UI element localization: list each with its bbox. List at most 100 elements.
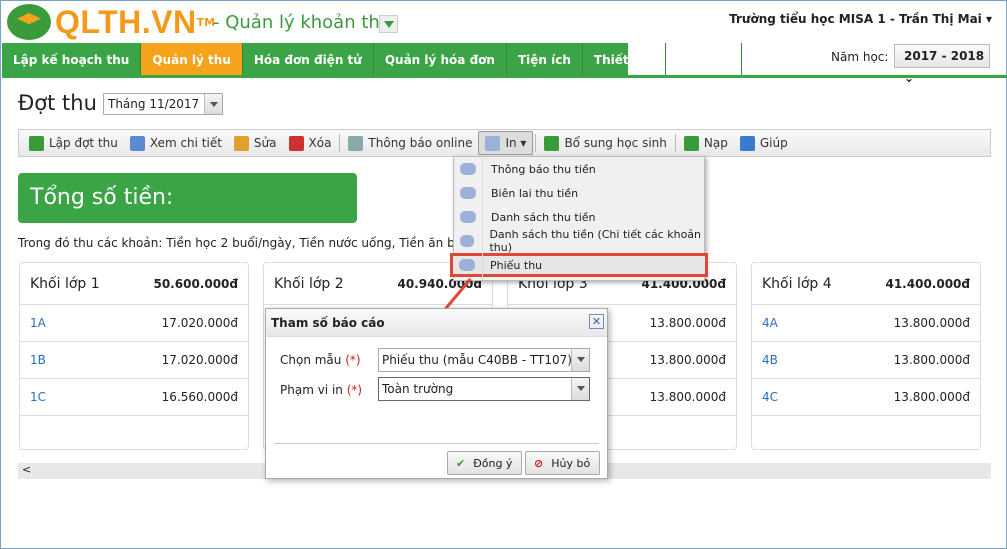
menu-item-label: Biên lai thu tiền — [491, 186, 579, 200]
grade-title: Khối lớp 4 — [762, 276, 832, 292]
toolbar-button[interactable]: Xóa — [283, 131, 338, 155]
menu-item-label: Danh sách thu tiền (Chi tiết các khoản t… — [489, 228, 702, 254]
toolbar-button[interactable]: Nạp — [678, 131, 734, 155]
nav-divider — [2, 75, 1007, 78]
nav-tab[interactable]: Quản lý thu — [141, 43, 243, 75]
chevron-down-icon[interactable] — [571, 349, 589, 371]
close-icon[interactable]: ✕ — [589, 314, 604, 329]
total-label: Tổng số tiền: — [30, 185, 174, 210]
class-amount: 13.800.000đ — [893, 390, 970, 404]
print-menu-item[interactable]: Phiếu thu — [450, 253, 708, 277]
toolbar-button[interactable]: Xem chi tiết — [124, 131, 228, 155]
nav-tab[interactable]: Quản lý hóa đơn — [374, 43, 507, 75]
print-menu-item[interactable]: Danh sách thu tiền — [454, 205, 704, 229]
template-select[interactable]: Phiếu thu (mẫu C40BB - TT107) — [378, 348, 590, 372]
scroll-left-icon[interactable]: < — [22, 463, 31, 476]
print-menu-item[interactable]: Danh sách thu tiền (Chi tiết các khoản t… — [454, 228, 704, 254]
class-row[interactable]: 4B 13.800.000đ — [752, 342, 980, 379]
class-name[interactable]: 4B — [762, 342, 778, 378]
class-row[interactable]: 4A 13.800.000đ — [752, 305, 980, 342]
nav-tab[interactable]: Tiện ích — [507, 43, 583, 75]
toolbar-button[interactable]: Giúp — [734, 131, 794, 155]
printer-icon — [460, 235, 475, 247]
printer-icon — [460, 187, 476, 199]
class-row[interactable]: 4C 13.800.000đ — [752, 379, 980, 416]
main-nav: Lập kế hoạch thu Quản lý thu Hóa đơn điện … — [2, 43, 742, 75]
card-header: Khối lớp 1 50.600.000đ — [20, 263, 248, 305]
class-name[interactable]: 4A — [762, 305, 778, 341]
class-amount: 13.800.000đ — [649, 353, 726, 367]
scope-select[interactable]: Toàn trường — [378, 377, 590, 401]
class-amount: 16.560.000đ — [161, 390, 238, 404]
nav-tab[interactable]: Hóa đơn điện tử — [243, 43, 374, 75]
toolbar-button-label: Giúp — [759, 136, 788, 150]
print-menu-item[interactable]: Biên lai thu tiền — [454, 181, 704, 205]
toolbar-button[interactable]: Sửa — [228, 131, 283, 155]
printer-icon — [460, 163, 476, 175]
scope-label: Phạm vi in (*) — [280, 383, 363, 397]
printer-icon — [460, 211, 476, 223]
class-row[interactable]: 1A 17.020.000đ — [20, 305, 248, 342]
toolbar-separator — [339, 134, 341, 152]
toolbar-button[interactable]: Bổ sung học sinh — [538, 131, 672, 155]
grade-title: Khối lớp 1 — [30, 276, 100, 292]
class-name[interactable]: 4C — [762, 379, 778, 415]
print-menu: Thông báo thu tiền Biên lai thu tiền Danh … — [450, 156, 708, 281]
total-amount-banner: Tổng số tiền: 215.280.000đ — [18, 173, 357, 262]
report-params-dialog: Tham số báo cáo ✕ Chọn mẫu (*) Phiếu thu… — [265, 308, 608, 479]
toolbar-button-label: Xem chi tiết — [149, 136, 222, 150]
menu-item-label: Thông báo thu tiền — [491, 162, 596, 176]
toolbar-separator — [674, 134, 676, 152]
delete-icon — [288, 135, 304, 151]
ok-button[interactable]: ✔ Đồng ý — [447, 451, 522, 475]
toolbar-separator — [535, 134, 537, 152]
nav-tab[interactable]: Lập kế hoạch thu — [2, 43, 142, 75]
toolbar-button-label: Sửa — [253, 136, 277, 150]
printer-icon — [459, 259, 475, 271]
template-label: Chọn mẫu (*) — [280, 353, 361, 367]
toolbar-button-label: Lập đợt thu — [49, 136, 118, 150]
nav-tab[interactable]: Thiết lập — [583, 43, 666, 75]
toolbar-button-label: Thông báo online — [368, 136, 473, 150]
class-amount: 13.800.000đ — [893, 353, 970, 367]
grade-card: Khối lớp 1 50.600.000đ 1A 17.020.000đ 1B 17.0… — [19, 262, 249, 450]
speaker-icon — [348, 135, 364, 151]
class-amount: 17.020.000đ — [161, 353, 238, 367]
period-select[interactable]: Tháng 11/2017 — [103, 93, 223, 115]
add-student-icon — [544, 135, 560, 151]
chevron-down-icon[interactable] — [571, 378, 589, 400]
toolbar-button[interactable]: Lập đợt thu — [23, 131, 124, 155]
toolbar-button[interactable]: In ▾ — [478, 131, 534, 155]
card-header: Khối lớp 4 41.400.000đ — [752, 263, 980, 305]
cancel-button[interactable]: ⊘ Hủy bỏ — [525, 451, 600, 475]
grade-total: 41.400.000đ — [885, 277, 970, 291]
dialog-title: Tham số báo cáo — [266, 309, 607, 337]
year-select[interactable]: 2017 - 2018 ⌄ — [894, 44, 990, 85]
print-menu-item[interactable]: Thông báo thu tiền — [454, 157, 704, 181]
menu-item-label: Phiếu thu — [490, 258, 543, 272]
class-name[interactable]: 1B — [30, 342, 46, 378]
toolbar-button[interactable]: Thông báo online — [342, 131, 478, 155]
class-name[interactable]: 1A — [30, 305, 46, 341]
class-amount: 13.800.000đ — [893, 316, 970, 330]
chevron-down-icon[interactable] — [204, 94, 222, 114]
nav-tab[interactable]: Báo cáo — [666, 43, 742, 75]
help-icon — [739, 135, 755, 151]
grade-title: Khối lớp 2 — [274, 276, 344, 292]
logo-icon — [7, 4, 51, 40]
user-menu[interactable]: Trường tiểu học MISA 1 - Trần Thị Mai ▾ — [729, 12, 992, 26]
toolbar: Lập đợt thu Xem chi tiết Sửa Xóa Thông báo o… — [18, 129, 991, 157]
dialog-divider — [274, 443, 599, 444]
toolbar-button-label: Bổ sung học sinh — [564, 136, 667, 150]
class-name[interactable]: 1C — [30, 379, 46, 415]
class-row[interactable]: 1C 16.560.000đ — [20, 379, 248, 416]
cancel-icon: ⊘ — [534, 456, 544, 470]
toolbar-button-label: In ▾ — [505, 136, 527, 150]
app-switcher-dropdown[interactable] — [379, 15, 398, 33]
period-value: Tháng 11/2017 — [108, 97, 200, 111]
page-title: Đợt thu — [18, 91, 97, 115]
class-row[interactable]: 1B 17.020.000đ — [20, 342, 248, 379]
refresh-icon — [683, 135, 699, 151]
view-icon — [129, 135, 145, 151]
class-amount: 17.020.000đ — [161, 316, 238, 330]
